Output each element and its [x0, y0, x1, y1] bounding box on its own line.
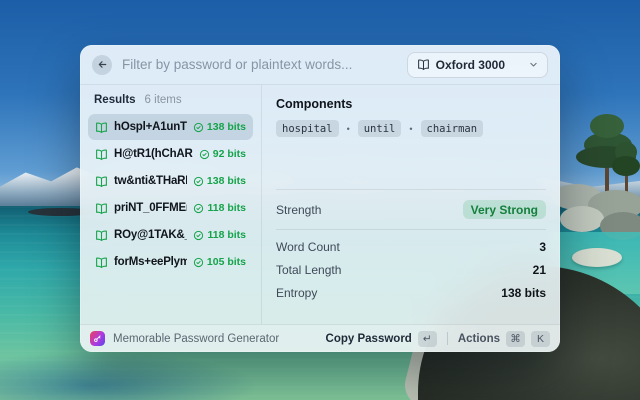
- search-input[interactable]: [122, 57, 397, 72]
- results-panel: Results 6 items hOspl+A1unTil(HairM... 1…: [80, 85, 262, 324]
- result-row[interactable]: priNT_0FFMEmBeR+0E 118 bits: [88, 195, 253, 221]
- back-button[interactable]: [92, 54, 112, 75]
- app-window: Oxford 3000 Results 6 items hOspl+A1unTi…: [80, 45, 560, 352]
- password-label: priNT_0FFMEmBeR+0E: [114, 202, 187, 214]
- actions-menu-button[interactable]: Actions ⌘ K: [457, 330, 550, 347]
- enter-keycap: ↵: [417, 330, 437, 347]
- wallpaper-pebble: [572, 248, 622, 267]
- entropy-badge: 118 bits: [193, 229, 246, 241]
- result-row[interactable]: H@tR1(hChAR!Ty 92 bits: [88, 141, 253, 167]
- results-header: Results 6 items: [88, 92, 253, 114]
- window-body: Results 6 items hOspl+A1unTil(HairM... 1…: [80, 85, 560, 324]
- strength-badge: Very Strong: [462, 200, 546, 219]
- metrics-list: Word Count 3 Total Length 21 Entropy 138…: [276, 230, 546, 300]
- check-circle-icon: [194, 203, 204, 213]
- k-keycap: K: [531, 330, 550, 347]
- result-row[interactable]: forMs+eePlym4+CH 105 bits: [88, 249, 253, 275]
- entropy-badge: 138 bits: [193, 121, 246, 133]
- entropy-badge: 138 bits: [193, 175, 246, 187]
- components-tags: hospital • until • chairman: [276, 120, 546, 137]
- metric-row: Word Count 3: [276, 240, 546, 254]
- dictionary-label: Oxford 3000: [435, 57, 505, 72]
- chevron-down-icon: [529, 60, 538, 69]
- result-row[interactable]: tw&nti&THaRR!vE_4T... 138 bits: [88, 168, 253, 194]
- wallpaper-granite-rock: [560, 206, 604, 232]
- check-circle-icon: [199, 149, 209, 159]
- strength-label: Strength: [276, 202, 322, 217]
- bullet-separator: •: [409, 123, 413, 134]
- strength-row: Strength Very Strong: [276, 190, 546, 229]
- divider: [446, 332, 448, 345]
- password-label: tw&nti&THaRR!vE_4T...: [114, 175, 187, 187]
- component-word-tag: hospital: [276, 120, 339, 137]
- entropy-badge: 105 bits: [193, 256, 246, 268]
- book-icon: [96, 257, 107, 268]
- actions-label: Actions: [457, 332, 500, 345]
- back-arrow-icon: [97, 59, 108, 70]
- app-name: Memorable Password Generator: [113, 332, 280, 345]
- check-circle-icon: [193, 176, 204, 186]
- wallpaper-deep-water: [0, 352, 260, 400]
- result-row[interactable]: hOspl+A1unTil(HairM... 138 bits: [88, 114, 253, 140]
- book-icon: [96, 203, 107, 214]
- bullet-separator: •: [346, 123, 350, 134]
- result-row[interactable]: ROy@1TAK&_inrecALI 118 bits: [88, 222, 253, 248]
- metric-row: Entropy 138 bits: [276, 286, 546, 300]
- component-word-tag: until: [357, 120, 402, 137]
- entropy-badge: 118 bits: [193, 202, 246, 214]
- app-logo-icon: [90, 331, 105, 346]
- password-label: ROy@1TAK&_inrecALI: [114, 229, 187, 241]
- book-icon: [96, 122, 107, 133]
- book-icon: [417, 58, 430, 71]
- search-bar: Oxford 3000: [80, 45, 560, 85]
- components-title: Components: [276, 97, 353, 111]
- check-circle-icon: [193, 122, 204, 132]
- results-title: Results: [94, 94, 136, 106]
- results-count: 6 items: [144, 94, 182, 106]
- book-icon: [96, 230, 107, 241]
- book-icon: [96, 176, 107, 187]
- detail-panel: Components hospital • until • chairman S…: [262, 85, 560, 324]
- action-bar: Memorable Password Generator Copy Passwo…: [80, 324, 560, 352]
- password-label: hOspl+A1unTil(HairM...: [114, 121, 187, 133]
- password-label: H@tR1(hChAR!Ty: [114, 148, 193, 160]
- check-circle-icon: [194, 230, 204, 240]
- password-label: forMs+eePlym4+CH: [114, 256, 187, 268]
- dictionary-dropdown[interactable]: Oxford 3000: [406, 51, 548, 78]
- entropy-badge: 92 bits: [199, 148, 246, 160]
- check-circle-icon: [193, 257, 204, 267]
- copy-password-label: Copy Password: [325, 332, 412, 345]
- book-icon: [96, 149, 107, 160]
- metric-row: Total Length 21: [276, 263, 546, 277]
- component-word-tag: chairman: [420, 120, 484, 137]
- cmd-keycap: ⌘: [506, 330, 525, 347]
- copy-password-action[interactable]: Copy Password ↵: [325, 330, 437, 347]
